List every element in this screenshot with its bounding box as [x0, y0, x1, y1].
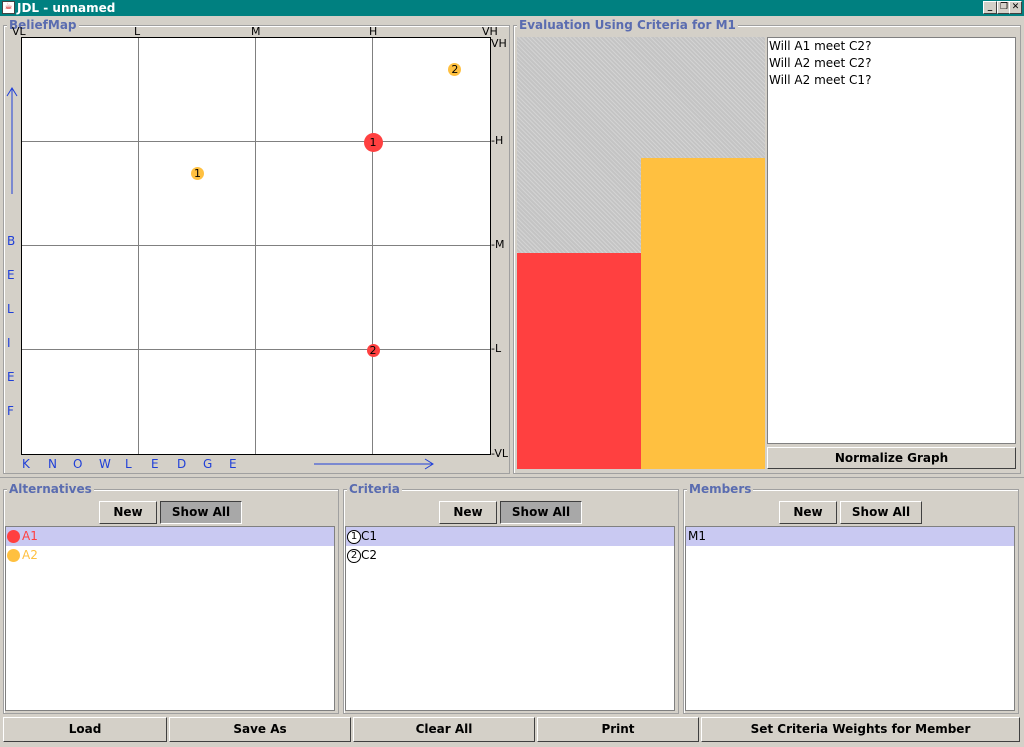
tick-right-vl: -VL: [491, 447, 508, 460]
set-criteria-weights-button[interactable]: Set Criteria Weights for Member: [701, 717, 1020, 742]
load-button[interactable]: Load: [3, 717, 167, 742]
criteria-title: Criteria: [347, 482, 402, 496]
evaluation-chart: [517, 37, 765, 469]
question-item[interactable]: Will A2 meet C2?: [768, 55, 1015, 72]
knowledge-letter: W: [99, 457, 111, 471]
knowledge-letter: E: [229, 457, 237, 471]
new-criterion-button[interactable]: New: [439, 501, 497, 524]
belief-point-a1-c2[interactable]: 2: [366, 343, 380, 357]
tick-right-h: -H: [491, 134, 504, 147]
belief-point-a2-c1[interactable]: 1: [191, 166, 204, 180]
knowledge-letter: O: [73, 457, 83, 471]
list-item[interactable]: A1: [6, 527, 334, 546]
belief-letter: F: [7, 404, 14, 418]
criterion-label: C1: [361, 529, 378, 543]
show-all-alternatives-button[interactable]: Show All: [160, 501, 242, 524]
criterion-label: C2: [361, 548, 378, 562]
knowledge-letter: E: [151, 457, 159, 471]
belief-points-layer: 1 2 1 2: [22, 38, 490, 454]
knowledge-letter: G: [203, 457, 213, 471]
new-alternative-button[interactable]: New: [99, 501, 157, 524]
member-label: M1: [688, 529, 706, 543]
knowledge-letter: D: [177, 457, 187, 471]
title-bar: [0, 0, 1024, 16]
belief-letter: E: [7, 268, 15, 282]
criterion-number-icon: 1: [347, 529, 361, 544]
alternatives-title: Alternatives: [7, 482, 94, 496]
knowledge-letter: L: [125, 457, 132, 471]
clear-all-button[interactable]: Clear All: [353, 717, 535, 742]
tick-right-l: -L: [491, 342, 502, 355]
members-list[interactable]: M1: [685, 526, 1015, 711]
show-all-members-button[interactable]: Show All: [840, 501, 922, 524]
question-item[interactable]: Will A2 meet C1?: [768, 72, 1015, 89]
alternative-label: A2: [22, 548, 38, 562]
save-as-button[interactable]: Save As: [169, 717, 351, 742]
alternative-label: A1: [22, 529, 38, 543]
belief-point-a2-c2[interactable]: 2: [448, 62, 462, 76]
members-title: Members: [687, 482, 754, 496]
alternative-color-icon: [7, 530, 20, 543]
knowledge-letter: K: [22, 457, 30, 471]
question-list[interactable]: Will A1 meet C2? Will A2 meet C2? Will A…: [767, 37, 1016, 444]
new-member-button[interactable]: New: [779, 501, 837, 524]
belief-point-a1-c1[interactable]: 1: [363, 132, 383, 152]
question-item[interactable]: Will A1 meet C2?: [768, 38, 1015, 55]
knowledge-letter: N: [48, 457, 57, 471]
knowledge-axis-arrow: [314, 458, 434, 470]
print-button[interactable]: Print: [537, 717, 699, 742]
evaluation-title: Evaluation Using Criteria for M1: [517, 18, 738, 32]
list-item[interactable]: M1: [686, 527, 1014, 546]
criterion-number-icon: 2: [347, 548, 361, 563]
show-all-criteria-button[interactable]: Show All: [500, 501, 582, 524]
list-item[interactable]: 2 C2: [346, 546, 674, 565]
tick-right-m: -M: [491, 238, 505, 251]
tick-right-vh: VH: [491, 37, 507, 50]
close-button[interactable]: ✕: [1009, 1, 1022, 14]
belief-letter: B: [7, 234, 16, 248]
belief-letter: E: [7, 370, 15, 384]
minimize-button[interactable]: _: [983, 1, 997, 14]
list-item[interactable]: A2: [6, 546, 334, 565]
divider: [0, 477, 1024, 478]
alternative-color-icon: [7, 549, 20, 562]
app-icon: ☕: [2, 1, 15, 14]
list-item[interactable]: 1 C1: [346, 527, 674, 546]
normalize-graph-button[interactable]: Normalize Graph: [767, 447, 1016, 469]
evaluation-bar-a2: [641, 157, 765, 469]
window-title: JDL - unnamed: [17, 1, 116, 15]
belief-axis-arrow: [6, 87, 18, 194]
evaluation-bar-a1: [517, 253, 641, 469]
belief-letter: L: [7, 302, 14, 316]
alternatives-list[interactable]: A1 A2: [5, 526, 335, 711]
criteria-list[interactable]: 1 C1 2 C2: [345, 526, 675, 711]
belief-letter: I: [7, 336, 11, 350]
